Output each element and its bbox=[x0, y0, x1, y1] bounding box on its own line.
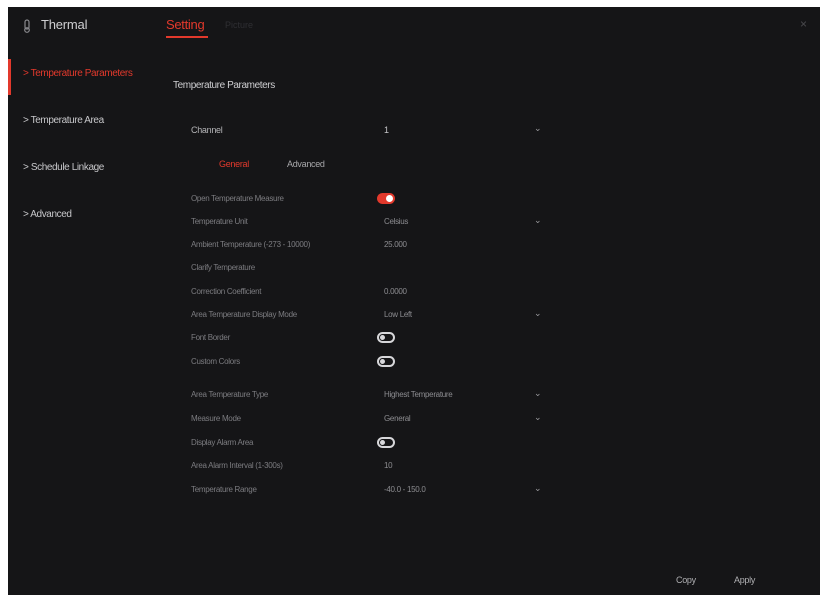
display-mode-label: Area Temperature Display Mode bbox=[191, 310, 297, 319]
temperature-range-row[interactable]: Temperature Range -40.0 - 150.0 ⌄ bbox=[191, 480, 551, 500]
temperature-unit-label: Temperature Unit bbox=[191, 217, 248, 226]
open-temperature-measure-label: Open Temperature Measure bbox=[191, 194, 284, 203]
copy-button[interactable]: Copy bbox=[676, 575, 696, 585]
chevron-down-icon[interactable]: ⌄ bbox=[534, 123, 542, 134]
temperature-unit-row[interactable]: Temperature Unit Celsius ⌄ bbox=[191, 212, 551, 232]
clarify-temperature-label: Clarify Temperature bbox=[191, 263, 255, 272]
ambient-temperature-label: Ambient Temperature (-273 - 10000) bbox=[191, 240, 311, 249]
tab-picture[interactable]: Picture bbox=[225, 20, 253, 30]
chevron-down-icon[interactable]: ⌄ bbox=[534, 308, 542, 319]
correction-coefficient-row: Correction Coefficient 0.0000 bbox=[191, 282, 551, 302]
chevron-down-icon[interactable]: ⌄ bbox=[534, 215, 542, 226]
ambient-temperature-row: Ambient Temperature (-273 - 10000) 25.00… bbox=[191, 235, 551, 255]
ambient-temperature-input[interactable]: 25.000 bbox=[384, 240, 407, 249]
sidebar-item-advanced[interactable]: > Advanced bbox=[8, 200, 160, 247]
font-border-toggle[interactable] bbox=[377, 332, 395, 343]
custom-colors-label: Custom Colors bbox=[191, 357, 241, 366]
display-alarm-area-label: Display Alarm Area bbox=[191, 438, 254, 447]
channel-select[interactable]: Channel 1 ⌄ bbox=[191, 120, 551, 140]
correction-coefficient-input[interactable]: 0.0000 bbox=[384, 287, 407, 296]
thermal-logo-icon bbox=[24, 19, 30, 33]
subtab-general[interactable]: General bbox=[219, 159, 249, 169]
chevron-down-icon[interactable]: ⌄ bbox=[534, 412, 542, 423]
close-icon[interactable]: × bbox=[800, 17, 807, 31]
area-temperature-type-row[interactable]: Area Temperature Type Highest Temperatur… bbox=[191, 385, 551, 405]
measure-mode-label: Measure Mode bbox=[191, 414, 241, 423]
temperature-unit-value[interactable]: Celsius bbox=[384, 217, 408, 226]
custom-colors-toggle[interactable] bbox=[377, 356, 395, 367]
chevron-down-icon[interactable]: ⌄ bbox=[534, 388, 542, 399]
subtab-advanced[interactable]: Advanced bbox=[287, 159, 325, 169]
apply-button[interactable]: Apply bbox=[734, 575, 755, 585]
channel-label: Channel bbox=[191, 125, 223, 135]
chevron-down-icon[interactable]: ⌄ bbox=[534, 483, 542, 494]
temperature-range-value[interactable]: -40.0 - 150.0 bbox=[384, 485, 426, 494]
alarm-interval-row: Area Alarm Interval (1-300s) 10 bbox=[191, 456, 551, 476]
section-title: Temperature Parameters bbox=[173, 80, 275, 91]
sidebar-item-temperature-parameters[interactable]: > Temperature Parameters bbox=[8, 59, 160, 106]
sidebar-item-temperature-area[interactable]: > Temperature Area bbox=[8, 106, 160, 153]
tab-setting[interactable]: Setting bbox=[166, 17, 205, 32]
open-temperature-measure-row: Open Temperature Measure bbox=[191, 189, 551, 209]
alarm-interval-input[interactable]: 10 bbox=[384, 461, 393, 470]
alarm-interval-label: Area Alarm Interval (1-300s) bbox=[191, 461, 283, 470]
tab-active-indicator bbox=[166, 36, 208, 38]
thermal-settings-window: Thermal Setting Picture × > Temperature … bbox=[8, 7, 820, 595]
measure-mode-row[interactable]: Measure Mode General ⌄ bbox=[191, 409, 551, 429]
temperature-range-label: Temperature Range bbox=[191, 485, 257, 494]
area-temperature-type-label: Area Temperature Type bbox=[191, 390, 269, 399]
app-title: Thermal bbox=[41, 17, 88, 32]
font-border-label: Font Border bbox=[191, 333, 230, 342]
measure-mode-value[interactable]: General bbox=[384, 414, 411, 423]
custom-colors-row: Custom Colors bbox=[191, 352, 551, 372]
channel-value[interactable]: 1 bbox=[384, 125, 389, 135]
sidebar-item-schedule-linkage[interactable]: > Schedule Linkage bbox=[8, 153, 160, 200]
display-alarm-area-toggle[interactable] bbox=[377, 437, 395, 448]
display-mode-row[interactable]: Area Temperature Display Mode Low Left ⌄ bbox=[191, 305, 551, 325]
area-temperature-type-value[interactable]: Highest Temperature bbox=[384, 390, 453, 399]
sidebar: > Temperature Parameters > Temperature A… bbox=[8, 59, 160, 247]
display-mode-value[interactable]: Low Left bbox=[384, 310, 412, 319]
display-alarm-area-row: Display Alarm Area bbox=[191, 433, 551, 453]
open-temperature-measure-toggle[interactable] bbox=[377, 193, 395, 204]
clarify-temperature-row: Clarify Temperature bbox=[191, 258, 551, 278]
top-bar: Thermal Setting Picture × bbox=[8, 7, 820, 43]
correction-coefficient-label: Correction Coefficient bbox=[191, 287, 262, 296]
font-border-row: Font Border bbox=[191, 328, 551, 348]
